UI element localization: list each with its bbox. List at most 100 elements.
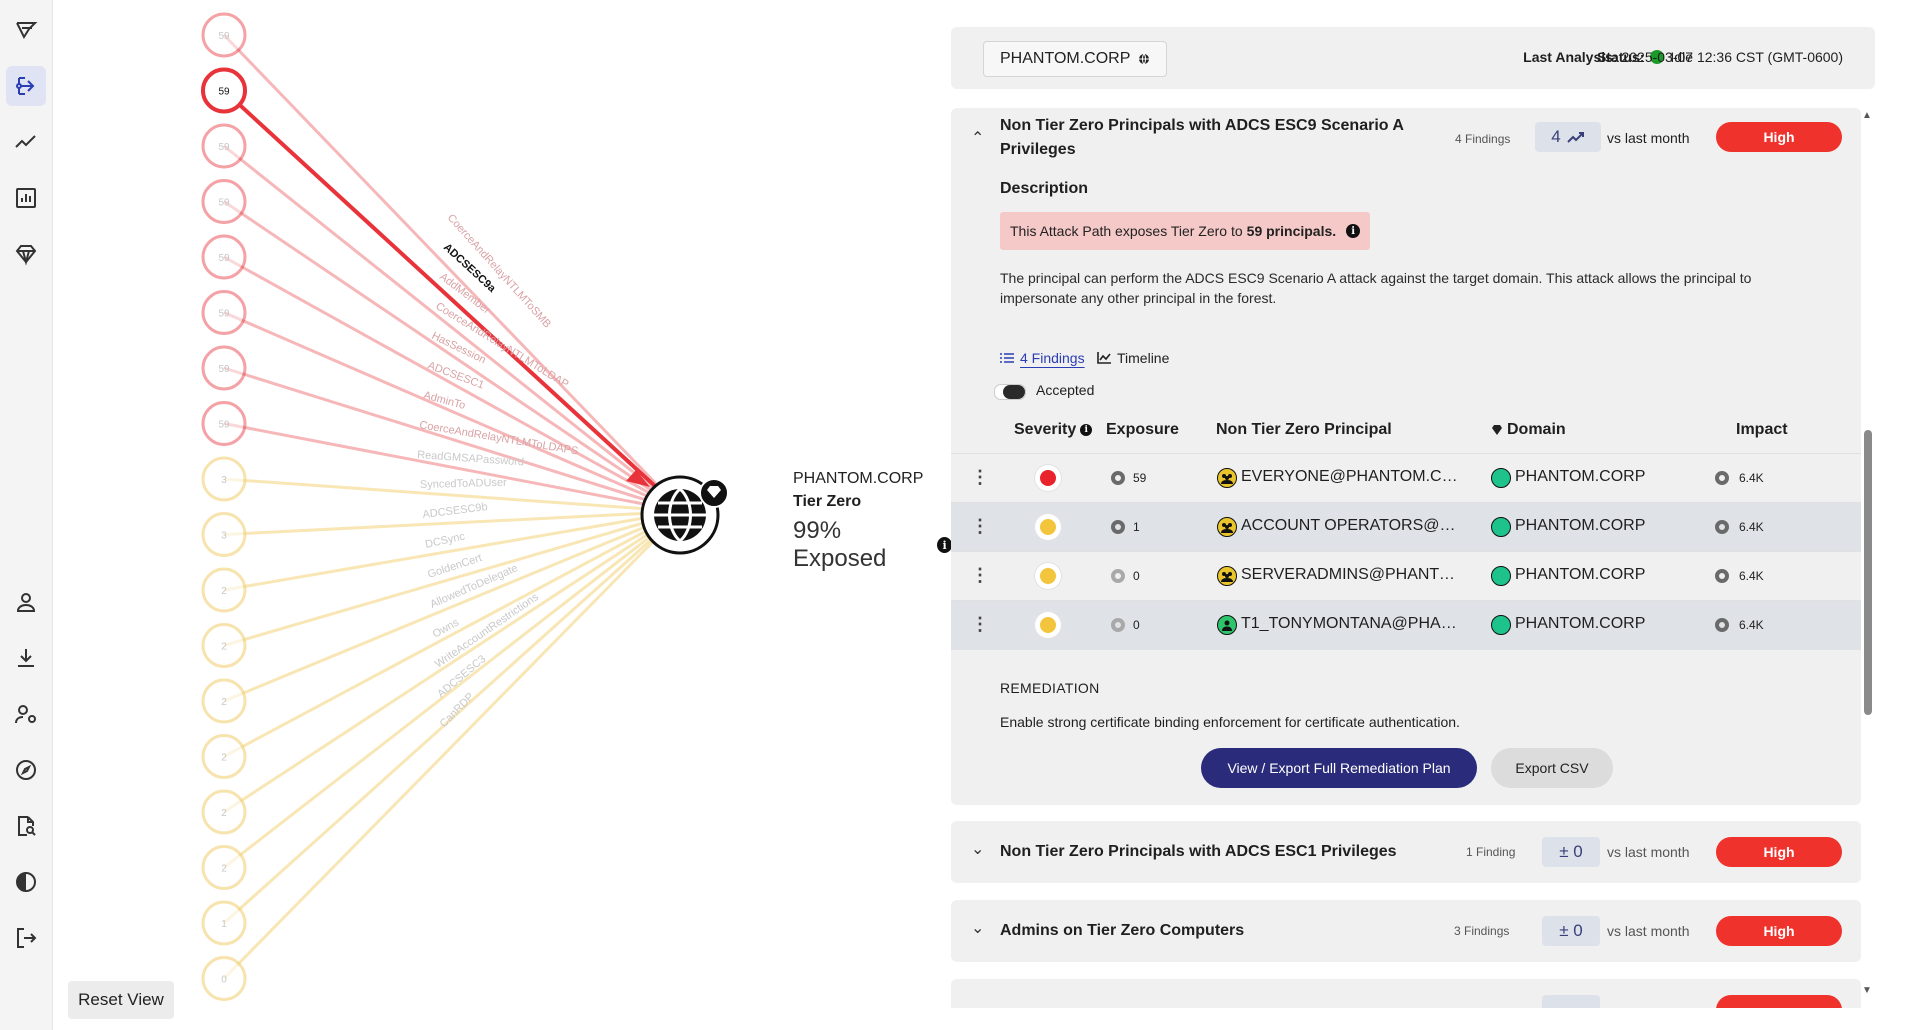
domain-selector-label: PHANTOM.CORP xyxy=(1000,50,1131,67)
graph-node[interactable]: 1 xyxy=(201,900,247,946)
row-menu-icon[interactable]: ⋮ xyxy=(971,517,989,535)
logo-icon[interactable] xyxy=(6,10,46,50)
graph-node[interactable]: 59 xyxy=(201,67,247,114)
principal-name[interactable]: ACCOUNT OPERATORS@PHANTOM.CORP xyxy=(1241,517,1466,535)
finding-card-admins[interactable]: ⌄ Admins on Tier Zero Computers 3 Findin… xyxy=(951,900,1861,962)
col-principal[interactable]: Non Tier Zero Principal xyxy=(1216,421,1392,439)
target-node[interactable] xyxy=(640,475,729,555)
chevron-down-icon[interactable]: ⌄ xyxy=(971,918,984,938)
graph-node[interactable]: 2 xyxy=(201,678,247,724)
attack-graph[interactable]: CoerceAndRelayNTLMToSMB ADCSESC9a AddMembe… xyxy=(52,0,952,1030)
graph-node[interactable]: 59 xyxy=(201,345,247,391)
info-icon[interactable]: i xyxy=(937,537,952,553)
graph-node[interactable]: 0 xyxy=(201,956,247,1001)
contrast-icon[interactable] xyxy=(6,862,46,902)
graph-node-label: 59 xyxy=(218,87,230,98)
graph-node[interactable]: 2 xyxy=(201,623,247,668)
exposure-ring-icon xyxy=(1111,569,1125,583)
chevron-up-icon[interactable]: ⌃ xyxy=(971,128,984,148)
reset-view-button[interactable]: Reset View xyxy=(68,981,174,1019)
finding-card-next[interactable] xyxy=(951,979,1861,1008)
tab-findings[interactable]: 4 Findings xyxy=(1000,350,1085,366)
graph-node[interactable]: 59 xyxy=(201,179,247,224)
domain-name[interactable]: PHANTOM.CORP xyxy=(1515,615,1645,633)
graph-node[interactable]: 2 xyxy=(201,567,247,613)
table-row[interactable]: ⋮ 0 T1_TONYMONTANA@PHANTOM.CORP PHANTOM.COR… xyxy=(951,600,1861,650)
logout-icon[interactable] xyxy=(6,918,46,958)
table-row[interactable]: ⋮ 0 SERVERADMINS@PHANTOM.CORP PHANTOM.CORP 6… xyxy=(951,551,1861,601)
domain-name[interactable]: PHANTOM.CORP xyxy=(1515,517,1645,535)
graph-edge[interactable] xyxy=(223,144,663,497)
reports-icon[interactable] xyxy=(6,178,46,218)
col-severity-label: Severity xyxy=(1014,421,1077,438)
severity-badge: High xyxy=(1716,122,1842,152)
graph-edge[interactable] xyxy=(222,33,664,492)
table-row[interactable]: ⋮ 1 ACCOUNT OPERATORS@PHANTOM.CORP PHANTOM.… xyxy=(951,502,1861,552)
exposure-value: 59 xyxy=(1133,471,1147,485)
tab-timeline[interactable]: Timeline xyxy=(1097,350,1169,366)
domain-selector[interactable]: PHANTOM.CORP xyxy=(983,41,1168,77)
domain-name[interactable]: PHANTOM.CORP xyxy=(1515,566,1645,584)
trend-icon[interactable] xyxy=(6,122,46,162)
export-csv-button[interactable]: Export CSV xyxy=(1491,748,1613,788)
trend-up-icon xyxy=(1567,132,1584,143)
scrollbar-thumb[interactable] xyxy=(1864,430,1872,715)
graph-node-label: 2 xyxy=(221,753,227,764)
chevron-down-icon[interactable]: ⌄ xyxy=(971,839,984,859)
edge-label: ReadGMSAPassword xyxy=(417,449,525,468)
principal-name[interactable]: EVERYONE@PHANTOM.CORP xyxy=(1241,468,1466,486)
graph-node[interactable]: 59 xyxy=(201,234,247,280)
severity-indicator xyxy=(1035,465,1061,491)
download-icon[interactable] xyxy=(6,638,46,678)
row-menu-icon[interactable]: ⋮ xyxy=(971,468,989,486)
severity-dot-icon xyxy=(1040,617,1056,633)
info-icon[interactable]: i xyxy=(1346,224,1361,238)
finding-title-line1: Non Tier Zero Principals with ADCS ESC9 … xyxy=(1000,117,1404,134)
graph-node[interactable]: 59 xyxy=(201,290,247,335)
finding-card-esc1[interactable]: ⌄ Non Tier Zero Principals with ADCS ESC… xyxy=(951,821,1861,883)
graph-node[interactable]: 2 xyxy=(201,789,247,835)
col-domain[interactable]: Domain xyxy=(1491,421,1566,439)
last-analysis-value: 2025-03-07 12:36 CST (GMT-0600) xyxy=(1621,49,1843,65)
user-icon[interactable] xyxy=(6,582,46,622)
findings-list[interactable]: ⌃ Non Tier Zero Principals with ADCS ESC… xyxy=(951,108,1866,1008)
graph-node[interactable]: 2 xyxy=(201,734,247,779)
col-impact[interactable]: Impact xyxy=(1736,421,1788,439)
scroll-up-icon[interactable]: ▲ xyxy=(1862,110,1872,121)
severity-indicator xyxy=(1035,563,1061,589)
group-icon xyxy=(1217,566,1237,586)
severity-dot-icon xyxy=(1040,568,1056,584)
finding-title[interactable]: Non Tier Zero Principals with ADCS ESC9 … xyxy=(1000,114,1404,162)
principal-name[interactable]: T1_TONYMONTANA@PHANTOM.CORP xyxy=(1241,615,1466,633)
trend-box: ± 0 xyxy=(1542,916,1600,946)
graph-node-label: 0 xyxy=(221,975,227,986)
attack-paths-icon[interactable] xyxy=(6,66,46,106)
search-doc-icon[interactable] xyxy=(6,806,46,846)
row-menu-icon[interactable]: ⋮ xyxy=(971,615,989,633)
graph-node[interactable]: 59 xyxy=(201,401,247,446)
col-severity[interactable]: Severity i xyxy=(1014,421,1093,439)
finding-title-line2: Privileges xyxy=(1000,141,1076,158)
graph-node[interactable]: 3 xyxy=(201,456,247,502)
globe-icon xyxy=(1139,53,1150,65)
info-icon[interactable]: i xyxy=(1080,424,1093,436)
graph-node[interactable]: 59 xyxy=(201,123,247,169)
domain-name[interactable]: PHANTOM.CORP xyxy=(1515,468,1645,486)
tier-zero-icon[interactable] xyxy=(6,234,46,274)
impact-value: 6.4K xyxy=(1739,471,1764,485)
graph-node[interactable]: 59 xyxy=(201,12,247,58)
graph-node[interactable]: 2 xyxy=(201,845,247,890)
severity-badge: High xyxy=(1716,837,1842,867)
principal-name[interactable]: SERVERADMINS@PHANTOM.CORP xyxy=(1241,566,1466,584)
graph-node[interactable]: 3 xyxy=(201,512,247,557)
compass-icon[interactable] xyxy=(6,750,46,790)
table-row[interactable]: ⋮ 59 EVERYONE@PHANTOM.CORP PHANTOM.CORP 6.4K xyxy=(951,453,1861,503)
graph-node-label: 59 xyxy=(218,253,230,264)
accepted-toggle[interactable] xyxy=(994,384,1026,400)
user-settings-icon[interactable] xyxy=(6,694,46,734)
scroll-down-icon[interactable]: ▼ xyxy=(1862,985,1872,996)
row-menu-icon[interactable]: ⋮ xyxy=(971,566,989,584)
col-exposure[interactable]: Exposure xyxy=(1106,421,1179,439)
target-label: PHANTOM.CORP Tier Zero 99% Exposed i xyxy=(793,470,952,573)
view-export-remediation-button[interactable]: View / Export Full Remediation Plan xyxy=(1201,748,1477,788)
